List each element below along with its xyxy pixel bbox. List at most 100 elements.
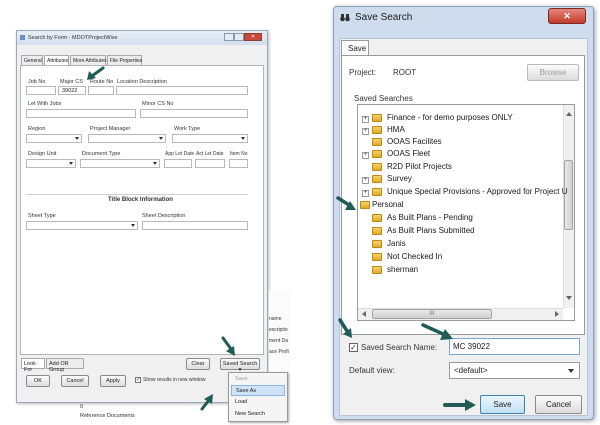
sheet-description-field[interactable] [142, 221, 248, 230]
arrow-icon [221, 336, 235, 356]
tree-item-hma[interactable]: HMA [387, 125, 405, 134]
dialog-cancel-button[interactable]: Cancel [535, 395, 582, 414]
dialog-close-button[interactable]: ✕ [548, 8, 586, 24]
folder-icon [372, 240, 382, 248]
work-type-select[interactable] [172, 134, 248, 143]
arrow-icon [338, 318, 352, 338]
minor-cs-no-field[interactable] [140, 109, 248, 118]
horizontal-scroll-thumb[interactable]: III [372, 309, 492, 319]
column-description: escriptio [269, 327, 288, 333]
folder-icon [372, 253, 382, 261]
saved-search-name-input[interactable]: MC 39022 [449, 338, 580, 355]
project-manager-label: Project Manager [90, 126, 131, 132]
folder-icon [372, 175, 382, 183]
region-select[interactable] [26, 134, 82, 143]
background-row-zero: 0 [80, 404, 84, 410]
chevron-down-icon [159, 137, 163, 140]
tree-item-as-built-plans-submitted[interactable]: As Built Plans Submitted [387, 226, 475, 235]
tree-item-finance[interactable]: Finance - for demo purposes ONLY [387, 113, 513, 122]
chevron-down-icon [75, 137, 79, 140]
route-no-field[interactable] [88, 86, 114, 95]
show-results-checkbox[interactable]: ✓ [135, 377, 141, 383]
menu-item-save[interactable]: Save [231, 374, 285, 385]
major-cs-field[interactable]: 39022 [58, 86, 86, 95]
look-for-tab[interactable]: Look For [21, 358, 45, 373]
expand-icon[interactable]: + [362, 177, 369, 184]
design-unit-select[interactable] [26, 159, 76, 168]
add-or-group-tab[interactable]: Add OR Group [46, 358, 84, 373]
tab-general[interactable]: General [21, 55, 43, 65]
item-no-label: Item No [230, 151, 248, 157]
expand-icon[interactable]: + [362, 116, 369, 123]
reference-documents-text: Reference Documents [80, 413, 135, 419]
location-description-field[interactable] [116, 86, 248, 95]
expand-icon[interactable]: + [362, 128, 369, 135]
folder-icon [372, 188, 382, 196]
act-let-date-field[interactable] [195, 159, 225, 168]
folder-icon [372, 138, 382, 146]
item-no-field[interactable] [229, 159, 248, 168]
folder-icon [372, 114, 382, 122]
menu-item-load[interactable]: Load [231, 397, 285, 408]
tree-item-survey[interactable]: Survey [387, 174, 412, 183]
menu-item-save-as[interactable]: Save As [231, 385, 285, 396]
clear-button[interactable]: Clear [186, 358, 210, 370]
project-label: Project: [349, 68, 377, 77]
tree-item-personal[interactable]: Personal [372, 200, 404, 209]
design-unit-label: Design Unit [28, 151, 57, 157]
minimize-button[interactable] [224, 33, 234, 41]
saved-search-button[interactable]: Saved Search ▾ [220, 358, 260, 373]
browse-button[interactable]: Browse [527, 64, 579, 81]
act-let-date-label: Act Let Date [196, 151, 224, 157]
expand-icon[interactable]: + [362, 152, 369, 159]
close-button[interactable]: ✕ [244, 33, 262, 41]
default-view-select[interactable]: <default> [449, 362, 580, 379]
tree-item-ooas-facilites[interactable]: OOAS Facilites [387, 137, 442, 146]
region-label: Region [28, 126, 46, 132]
job-no-field[interactable] [26, 86, 56, 95]
saved-search-name-checkbox[interactable]: ✓ [349, 343, 358, 352]
binoculars-icon [340, 13, 350, 22]
maximize-button[interactable] [234, 33, 244, 41]
job-no-label: Job No [28, 79, 46, 85]
expand-icon[interactable]: + [362, 190, 369, 197]
search-window-title: Search by Form - MDOTProjectWise [28, 35, 118, 41]
chevron-down-icon [241, 137, 245, 140]
tree-item-as-built-plans-pending[interactable]: As Built Plans - Pending [387, 213, 473, 222]
ok-button[interactable]: OK [26, 375, 50, 387]
document-type-select[interactable] [80, 159, 160, 168]
folder-icon [372, 227, 382, 235]
close-icon: ✕ [563, 11, 571, 21]
apply-button[interactable]: Apply [100, 375, 126, 387]
horizontal-scroll-grip: III [429, 311, 435, 317]
menu-item-new-search[interactable]: New Search [231, 409, 285, 420]
scroll-down-icon[interactable] [566, 296, 572, 300]
tab-more-attributes[interactable]: More Attributes [70, 55, 107, 65]
scroll-right-icon[interactable] [555, 311, 559, 317]
tab-save[interactable]: Save [341, 40, 369, 56]
folder-icon [372, 150, 382, 158]
document-type-label: Document Type [82, 151, 121, 157]
major-cs-label: Major CS [60, 79, 83, 85]
cancel-button[interactable]: Cancel [61, 375, 89, 387]
tab-file-properties[interactable]: File Properties [107, 55, 142, 65]
tree-item-sherman[interactable]: sherman [387, 265, 418, 274]
arrow-icon [200, 394, 213, 411]
tree-item-janis[interactable]: Janis [387, 239, 406, 248]
tree-item-r2d-pilot-projects[interactable]: R2D Pilot Projects [387, 162, 452, 171]
tree-item-not-checked-in[interactable]: Not Checked In [387, 252, 442, 261]
app-let-date-field[interactable] [164, 159, 192, 168]
arrow-icon [421, 323, 453, 340]
let-with-jobs-field[interactable] [26, 109, 136, 118]
default-view-value: <default> [454, 366, 488, 375]
scroll-left-icon[interactable] [362, 311, 366, 317]
chevron-down-icon [131, 224, 135, 227]
title-block-heading: Title Block Information [108, 197, 173, 203]
project-manager-select[interactable] [88, 134, 166, 143]
tree-item-ooas-fleet[interactable]: OOAS Fleet [387, 149, 430, 158]
save-button[interactable]: Save [480, 395, 525, 414]
sheet-type-select[interactable] [26, 221, 138, 230]
tree-item-unique-special-provisions[interactable]: Unique Special Provisions - Approved for… [387, 187, 568, 196]
saved-search-name-label: Saved Search Name: [361, 343, 438, 352]
scroll-up-icon[interactable] [566, 112, 572, 116]
